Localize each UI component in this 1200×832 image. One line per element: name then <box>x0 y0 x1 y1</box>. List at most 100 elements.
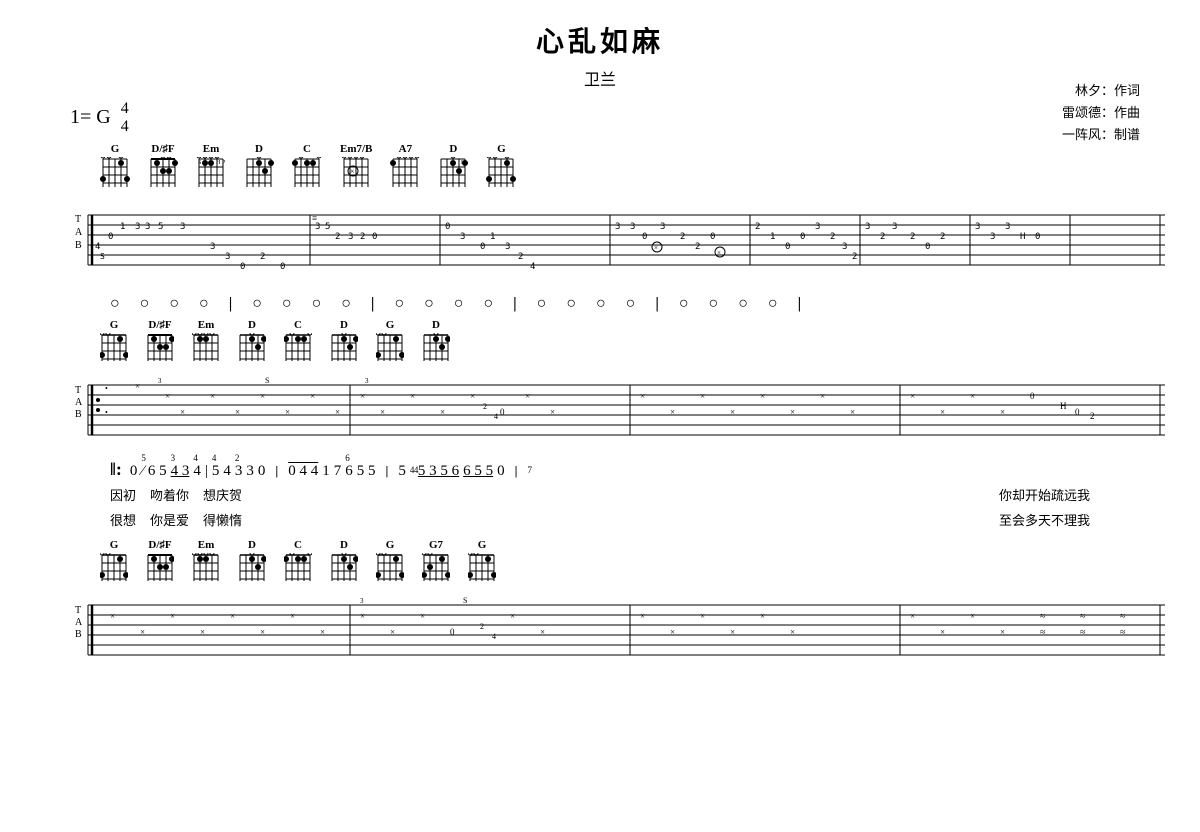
svg-text:≈: ≈ <box>1080 627 1086 638</box>
svg-text:4: 4 <box>530 262 535 272</box>
svg-text:×: × <box>440 407 445 417</box>
chord-Em7B: Em7/B × <box>340 143 372 189</box>
svg-text:2: 2 <box>880 232 885 242</box>
chord-D-s2: D × × <box>238 319 266 363</box>
svg-text:H: H <box>461 160 466 166</box>
svg-text:×: × <box>790 627 795 637</box>
svg-text:×: × <box>110 611 115 621</box>
lyrics-row-2: 很想你是爱得懒惰 至会多天不理我 <box>60 508 1140 531</box>
svg-text:×: × <box>1000 627 1005 637</box>
chord-C-s3: C × <box>284 539 312 583</box>
chord-DF-s3: D/♯F <box>146 539 174 583</box>
chord-G: G <box>100 143 130 189</box>
chord-D3-s2: D × × <box>422 319 450 363</box>
svg-text:1: 1 <box>120 222 125 232</box>
chord-D2: D × × H <box>438 143 468 189</box>
chord-row-1: G D/♯F <box>100 143 1140 189</box>
svg-text:×: × <box>310 391 315 401</box>
tab-staff-section-2: T A B • • × × × <box>60 371 1140 451</box>
key-info: 1= G 4 4 <box>70 100 1140 135</box>
svg-text:3: 3 <box>990 232 995 242</box>
svg-text:≈: ≈ <box>1120 611 1126 622</box>
chord-D: D × × <box>244 143 274 189</box>
chord-G4: G <box>376 539 404 583</box>
svg-text:0: 0 <box>1030 391 1035 401</box>
svg-text:≈: ≈ <box>1120 627 1126 638</box>
chord-A7: A7 × <box>390 143 420 189</box>
svg-text:×: × <box>1000 407 1005 417</box>
svg-text:0: 0 <box>280 262 285 272</box>
svg-text:×: × <box>350 167 355 176</box>
svg-text:•: • <box>105 384 108 393</box>
svg-text:×: × <box>320 627 325 637</box>
svg-text:×: × <box>360 611 365 621</box>
svg-text:S: S <box>100 252 105 261</box>
svg-text:2: 2 <box>335 232 340 242</box>
svg-text:×: × <box>760 391 765 401</box>
svg-text:1: 1 <box>770 232 775 242</box>
svg-text:×: × <box>970 611 975 621</box>
svg-text:×: × <box>420 611 425 621</box>
svg-text:×: × <box>640 391 645 401</box>
song-artist: 卫兰 <box>60 66 1140 90</box>
svg-text:×: × <box>654 244 658 252</box>
svg-text:•: • <box>105 408 108 417</box>
chord-G7: G7 <box>422 539 450 583</box>
chord-D2-s2: D × × <box>330 319 358 363</box>
svg-text:×: × <box>390 627 395 637</box>
svg-text:3: 3 <box>365 377 369 385</box>
svg-text:×: × <box>285 407 290 417</box>
svg-text:H: H <box>1020 232 1025 242</box>
svg-text:0: 0 <box>240 262 245 272</box>
svg-text:×: × <box>360 391 365 401</box>
svg-text:×: × <box>285 333 289 336</box>
svg-text:B: B <box>75 629 82 640</box>
svg-text:×: × <box>470 391 475 401</box>
svg-text:×: × <box>820 391 825 401</box>
svg-text:5: 5 <box>158 222 163 232</box>
svg-text:3: 3 <box>135 222 140 232</box>
svg-text:0: 0 <box>800 232 805 242</box>
svg-text:3: 3 <box>615 222 620 232</box>
svg-text:2: 2 <box>1090 411 1095 421</box>
lyrics-right-2: 至会多天不理我 <box>999 510 1090 529</box>
tab-staff-section-3: T A B × × × × × × × × <box>60 591 1140 671</box>
svg-text:3: 3 <box>1005 222 1010 232</box>
svg-text:0: 0 <box>500 407 505 417</box>
svg-text:×: × <box>239 553 243 556</box>
svg-text:2: 2 <box>480 622 484 631</box>
page: 心乱如麻 卫兰 林夕：作词 雷颂德：作曲 一阵风：制谱 1= G 4 4 G <box>0 0 1200 832</box>
lyrics-left-1: 因初吻着你想庆贺 <box>110 485 242 504</box>
key-tonic: 1= G <box>70 106 111 129</box>
svg-text:0: 0 <box>108 232 113 242</box>
svg-text:×: × <box>290 611 295 621</box>
svg-text:4: 4 <box>494 412 498 421</box>
svg-text:2: 2 <box>518 252 523 262</box>
svg-text:×: × <box>550 407 555 417</box>
svg-text:A: A <box>75 397 83 408</box>
credits: 林夕：作词 雷颂德：作曲 一阵风：制谱 <box>1062 80 1140 146</box>
svg-text:×: × <box>135 381 140 391</box>
svg-text:3: 3 <box>210 242 215 252</box>
chord-G5: G <box>468 539 496 583</box>
chord-Em: Em S H P <box>196 143 226 189</box>
svg-text:×: × <box>285 553 289 556</box>
beat-row-1: ○○○○ | ○○○○ | ○○○○ | ○○○○ | ○○○○ | <box>110 295 1140 313</box>
chord-D-F: D/♯F <box>148 143 178 189</box>
svg-text:×: × <box>260 627 265 637</box>
svg-text:2: 2 <box>910 232 915 242</box>
chord-D-s3: D × × <box>238 539 266 583</box>
svg-text:×: × <box>790 407 795 417</box>
svg-text:×: × <box>252 157 256 160</box>
svg-text:×: × <box>446 157 450 160</box>
svg-text:3: 3 <box>815 222 820 232</box>
svg-text:×: × <box>423 333 427 336</box>
svg-text:×: × <box>760 611 765 621</box>
svg-text:3: 3 <box>360 597 364 605</box>
svg-text:3: 3 <box>630 222 635 232</box>
svg-text:B: B <box>75 240 82 251</box>
tab-staff-section-1: T A B 4 0 1 3 <box>60 197 1140 287</box>
svg-text:3: 3 <box>315 222 320 232</box>
lyrics-right-1: 你却开始疏远我 <box>999 485 1090 504</box>
svg-text:3: 3 <box>158 377 162 385</box>
